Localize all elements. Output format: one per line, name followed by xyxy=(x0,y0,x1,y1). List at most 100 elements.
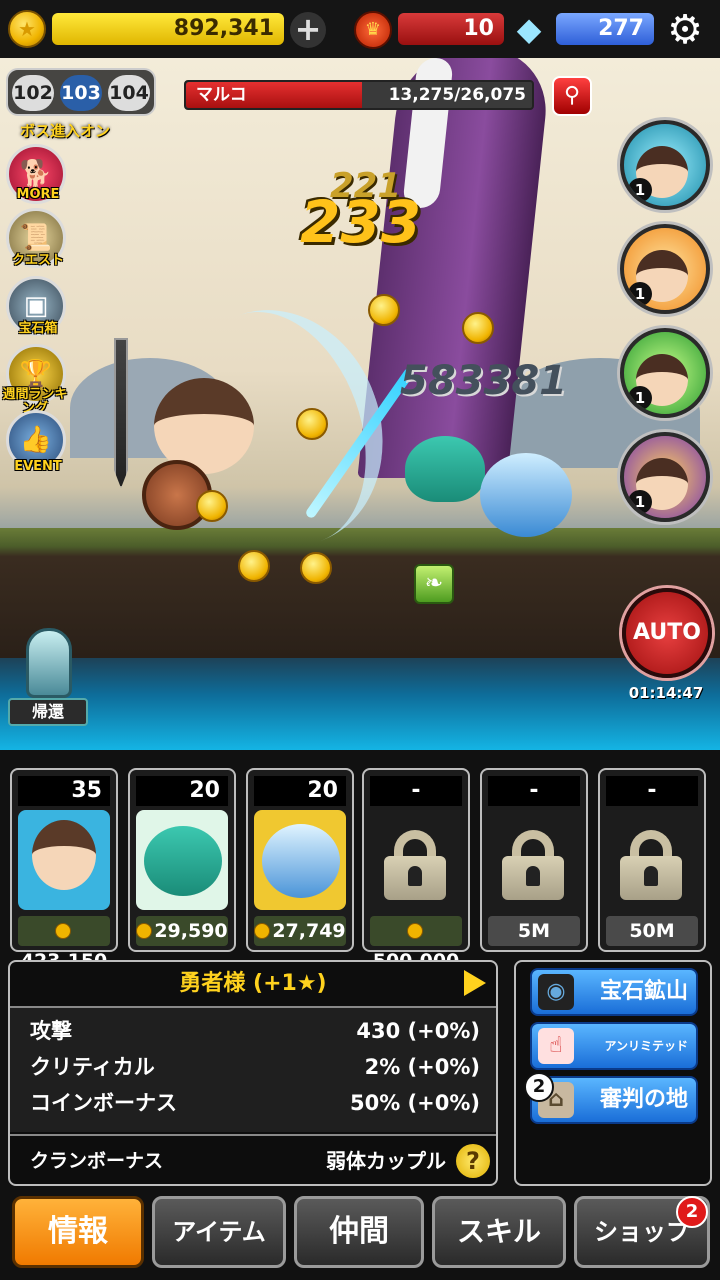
crown-amount: 10 xyxy=(398,13,504,45)
card-level: - xyxy=(606,776,698,806)
judgment-land-button[interactable]: ⌂ 2 審判の地 xyxy=(524,1072,698,1124)
skill-count: 1 xyxy=(628,178,652,202)
coin-drop[interactable] xyxy=(368,294,400,326)
gem-mine-button[interactable]: ◉ 宝石鉱山 xyxy=(530,968,698,1016)
gear-icon[interactable]: ⚙ xyxy=(662,8,708,52)
skill-button-2[interactable]: 1 xyxy=(620,224,710,314)
lock-icon xyxy=(502,830,564,900)
gold-coin-icon xyxy=(8,10,46,48)
hero-head xyxy=(154,378,254,474)
stage-prev[interactable]: 102 xyxy=(12,75,54,111)
coin-drop[interactable] xyxy=(462,312,494,344)
stage-next[interactable]: 104 xyxy=(108,75,150,111)
quest-label[interactable]: クエスト xyxy=(2,254,74,268)
monster-portrait xyxy=(254,810,346,910)
lock-icon xyxy=(384,830,446,900)
upgrade-cost[interactable]: 27,749 xyxy=(254,916,346,946)
skill-count: 1 xyxy=(628,282,652,306)
skill-button-1[interactable]: 1 xyxy=(620,120,710,210)
upgrade-cost[interactable]: 423,150 xyxy=(18,916,110,972)
skill-count: 1 xyxy=(628,490,652,514)
battle-scene[interactable]: 102 103 104 ボス進入オン マルコ 13,275/26,075 ⚲ 🐕… xyxy=(0,58,720,750)
coin-drop[interactable] xyxy=(296,408,328,440)
skill-button-4[interactable]: 1 xyxy=(620,432,710,522)
shop-notification-badge: 2 xyxy=(676,1196,708,1228)
boss-hp-text: 13,275/26,075 xyxy=(388,85,526,105)
mine-icon: ◉ xyxy=(538,974,574,1010)
coin-icon xyxy=(136,923,153,939)
coin-drop[interactable] xyxy=(238,550,270,582)
unlimited-button[interactable]: ☝ アンリミテッド xyxy=(530,1022,698,1070)
tab-items[interactable]: アイテム xyxy=(152,1196,286,1268)
card-level: - xyxy=(370,776,462,806)
stat-name: 攻撃 xyxy=(30,1019,72,1043)
gem-amount: 277 xyxy=(556,13,654,45)
question-icon[interactable]: ? xyxy=(456,1144,490,1178)
auto-button[interactable]: AUTO xyxy=(622,588,712,678)
hero-info-panel: 勇者様 (+1★) 攻撃 430 (+0%) クリティカル 2% (+0%) コ… xyxy=(8,960,498,1186)
more-label[interactable]: MORE xyxy=(2,188,74,202)
coin-icon xyxy=(55,923,71,939)
stat-row: クリティカル 2% (+0%) xyxy=(30,1050,480,1084)
green-monster[interactable] xyxy=(405,436,485,502)
skill-button-3[interactable]: 1 xyxy=(620,328,710,418)
coin-drop[interactable] xyxy=(196,490,228,522)
stat-value: 430 (+0%) xyxy=(356,1019,480,1043)
auto-timer: 01:14:47 xyxy=(628,684,704,702)
damage-number-big: 233 xyxy=(300,188,422,256)
lock-icon xyxy=(620,830,682,900)
stage-current[interactable]: 103 xyxy=(60,75,102,111)
clan-bonus-value: 弱体カップル xyxy=(326,1149,446,1173)
card-level: 35 xyxy=(18,776,110,806)
tab-companions[interactable]: 仲間 xyxy=(294,1196,424,1268)
hand-icon: ☝ xyxy=(538,1028,574,1064)
card-level: 20 xyxy=(136,776,228,806)
locked-card-2[interactable]: - 5M xyxy=(480,768,588,952)
clan-bonus-row: クランボーナス 弱体カップル ? xyxy=(10,1134,496,1184)
locked-card-1[interactable]: - 500,000 xyxy=(362,768,470,972)
stats-list: 攻撃 430 (+0%) クリティカル 2% (+0%) コインボーナス 50%… xyxy=(10,1006,496,1132)
return-button[interactable]: 帰還 xyxy=(6,628,90,732)
dungeon-panel: ◉ 宝石鉱山 ☝ アンリミテッド ⌂ 2 審判の地 xyxy=(514,960,712,1186)
blue-monster[interactable] xyxy=(480,453,572,537)
stat-value: 2% (+0%) xyxy=(364,1055,480,1079)
locked-card-3[interactable]: - 50M xyxy=(598,768,706,952)
card-level: - xyxy=(488,776,580,806)
stat-row: 攻撃 430 (+0%) xyxy=(30,1014,480,1048)
unlock-cost[interactable]: 500,000 xyxy=(370,916,462,972)
unlock-cost[interactable]: 50M xyxy=(606,916,698,946)
hero-card-1[interactable]: 35 423,150 xyxy=(10,768,118,972)
upgrade-cost[interactable]: 29,590 xyxy=(136,916,228,946)
hero-title: 勇者様 (+1★) xyxy=(179,971,327,996)
event-label[interactable]: EVENT xyxy=(2,460,74,474)
pin-icon[interactable]: ⚲ xyxy=(552,76,592,116)
ground xyxy=(0,528,720,658)
entry-count-badge: 2 xyxy=(524,1072,554,1102)
clan-bonus-label: クランボーナス xyxy=(30,1150,164,1172)
tab-skills[interactable]: スキル xyxy=(432,1196,566,1268)
water xyxy=(0,658,720,750)
hero-card-2[interactable]: 20 29,590 xyxy=(128,768,236,952)
sword-marker xyxy=(114,338,128,488)
rune-stone-icon xyxy=(26,628,72,698)
add-gold-button[interactable]: + xyxy=(290,12,326,48)
crown-icon: ♛ xyxy=(354,11,392,49)
stat-name: コインボーナス xyxy=(30,1091,177,1115)
unlock-cost[interactable]: 5M xyxy=(488,916,580,946)
boss-hp-bar: マルコ 13,275/26,075 xyxy=(184,80,534,110)
coin-icon xyxy=(254,923,271,939)
tab-info[interactable]: 情報 xyxy=(12,1196,144,1268)
hero-card-row: 35 423,150 20 29,590 20 27,749 - 500,000… xyxy=(0,750,720,972)
bottom-nav: 情報 アイテム 仲間 スキル ショップ 2 xyxy=(0,1188,720,1280)
damage-number-gray: 583381 xyxy=(400,358,567,404)
play-arrow-icon[interactable] xyxy=(464,970,486,996)
coin-drop[interactable] xyxy=(300,552,332,584)
coin-icon xyxy=(407,923,423,939)
hero-card-3[interactable]: 20 27,749 xyxy=(246,768,354,952)
leaf-icon[interactable]: ❧ xyxy=(414,564,454,604)
return-label: 帰還 xyxy=(8,698,88,726)
boss-toggle-label[interactable]: ボス進入オン xyxy=(20,120,110,141)
skill-count: 1 xyxy=(628,386,652,410)
gem-box-label[interactable]: 宝石箱 xyxy=(2,322,74,336)
card-level: 20 xyxy=(254,776,346,806)
